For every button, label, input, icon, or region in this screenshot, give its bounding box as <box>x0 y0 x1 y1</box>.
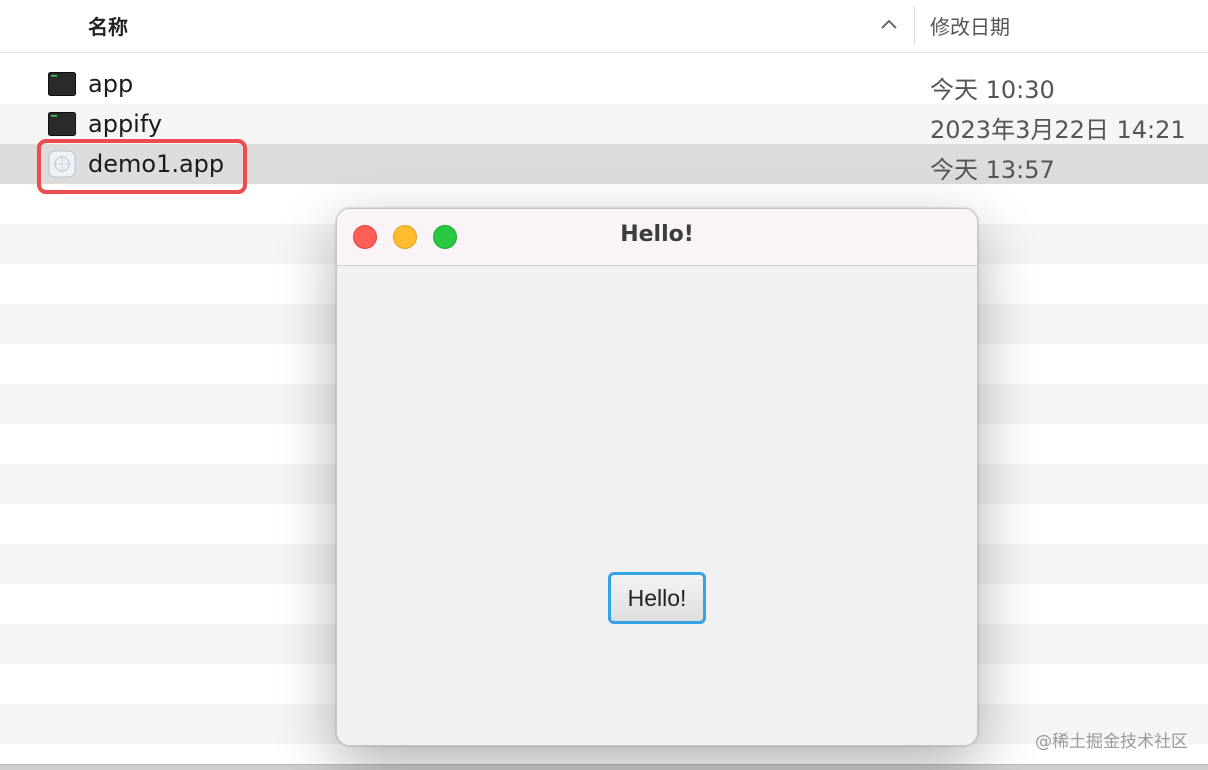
file-name: app <box>88 70 134 98</box>
column-header-name[interactable]: 名称 <box>88 11 128 40</box>
watermark-text: @稀土掘金技术社区 <box>1035 732 1188 752</box>
window-titlebar[interactable]: Hello! <box>337 209 977 266</box>
hello-button[interactable]: Hello! <box>608 572 706 624</box>
terminal-exec-icon <box>48 112 76 136</box>
column-header-date-modified[interactable]: 修改日期 <box>930 11 1010 40</box>
file-name: appify <box>88 110 163 138</box>
file-date: 今天 10:30 <box>930 76 1055 104</box>
window-title: Hello! <box>620 222 694 247</box>
file-row-app[interactable]: app 今天 10:30 <box>0 64 1208 104</box>
list-stripe <box>0 744 1208 764</box>
chevron-up-icon[interactable] <box>878 13 900 35</box>
file-row-appify[interactable]: appify 2023年3月22日 14:21 <box>0 104 1208 144</box>
bottom-scroll-bar[interactable] <box>0 764 1208 770</box>
column-divider[interactable] <box>914 6 915 44</box>
window-content: Hello! <box>337 266 977 745</box>
terminal-exec-icon <box>48 72 76 96</box>
list-header: 名称 修改日期 <box>0 0 1208 53</box>
file-date: 今天 13:57 <box>930 156 1055 184</box>
file-date: 2023年3月22日 14:21 <box>930 116 1186 144</box>
red-highlight-annotation <box>37 139 247 194</box>
hello-app-window: Hello! Hello! <box>336 208 978 746</box>
